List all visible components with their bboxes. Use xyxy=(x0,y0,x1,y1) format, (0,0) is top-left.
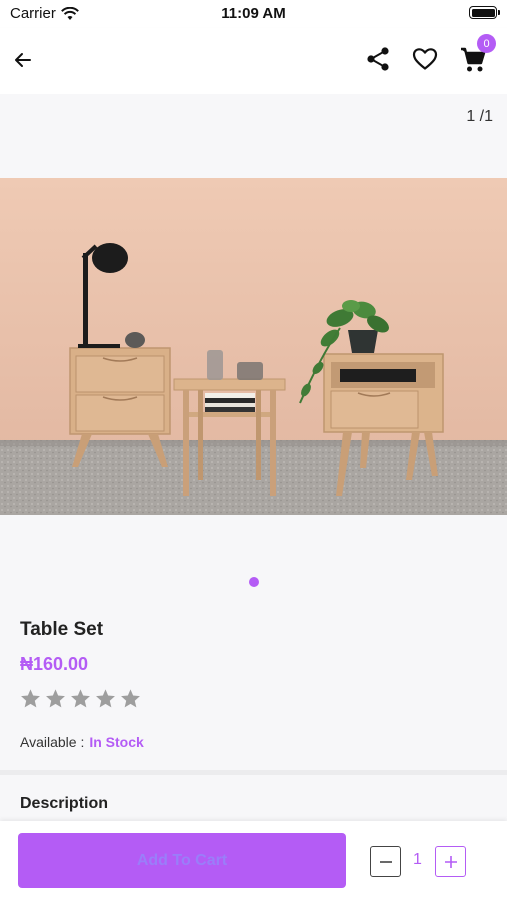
minus-icon xyxy=(379,860,392,863)
back-arrow-icon xyxy=(15,53,31,67)
back-button[interactable] xyxy=(8,45,38,75)
availability-label: Available : xyxy=(20,734,85,750)
favorite-button[interactable] xyxy=(409,43,441,75)
star-icon[interactable] xyxy=(70,688,91,709)
star-icon[interactable] xyxy=(95,688,116,709)
quantity-value: 1 xyxy=(413,851,422,868)
section-divider xyxy=(0,770,507,775)
rating-stars[interactable] xyxy=(20,688,141,709)
image-counter: 1 /1 xyxy=(466,108,493,125)
heart-icon xyxy=(412,48,438,70)
stock-status: In Stock xyxy=(89,734,144,750)
cart-action-bar: Add To Cart 1 xyxy=(0,821,507,900)
status-time: 11:09 AM xyxy=(221,5,286,22)
status-bar: Carrier 11:09 AM xyxy=(0,0,507,28)
description-heading[interactable]: Description xyxy=(20,795,108,813)
availability-row: Available : In Stock xyxy=(20,734,144,750)
quantity-increase-button[interactable] xyxy=(435,846,466,877)
add-to-cart-button[interactable]: Add To Cart xyxy=(18,833,346,888)
share-icon xyxy=(367,47,389,71)
product-gallery[interactable]: 1 /1 xyxy=(0,94,507,604)
product-info: Table Set ₦160.00 Available : In Stock xyxy=(0,604,507,770)
cart-count-badge: 0 xyxy=(477,34,496,53)
share-button[interactable] xyxy=(362,43,394,75)
product-name: Table Set xyxy=(20,619,104,640)
product-price: ₦160.00 xyxy=(20,654,89,674)
product-photo xyxy=(0,178,507,515)
star-icon[interactable] xyxy=(120,688,141,709)
plus-icon xyxy=(444,855,457,868)
top-nav-bar: 0 xyxy=(0,28,507,94)
quantity-decrease-button[interactable] xyxy=(370,846,401,877)
product-image[interactable] xyxy=(0,178,507,515)
battery-icon xyxy=(469,6,500,19)
gallery-page-indicator[interactable] xyxy=(249,577,259,587)
star-icon[interactable] xyxy=(20,688,41,709)
star-icon[interactable] xyxy=(45,688,66,709)
